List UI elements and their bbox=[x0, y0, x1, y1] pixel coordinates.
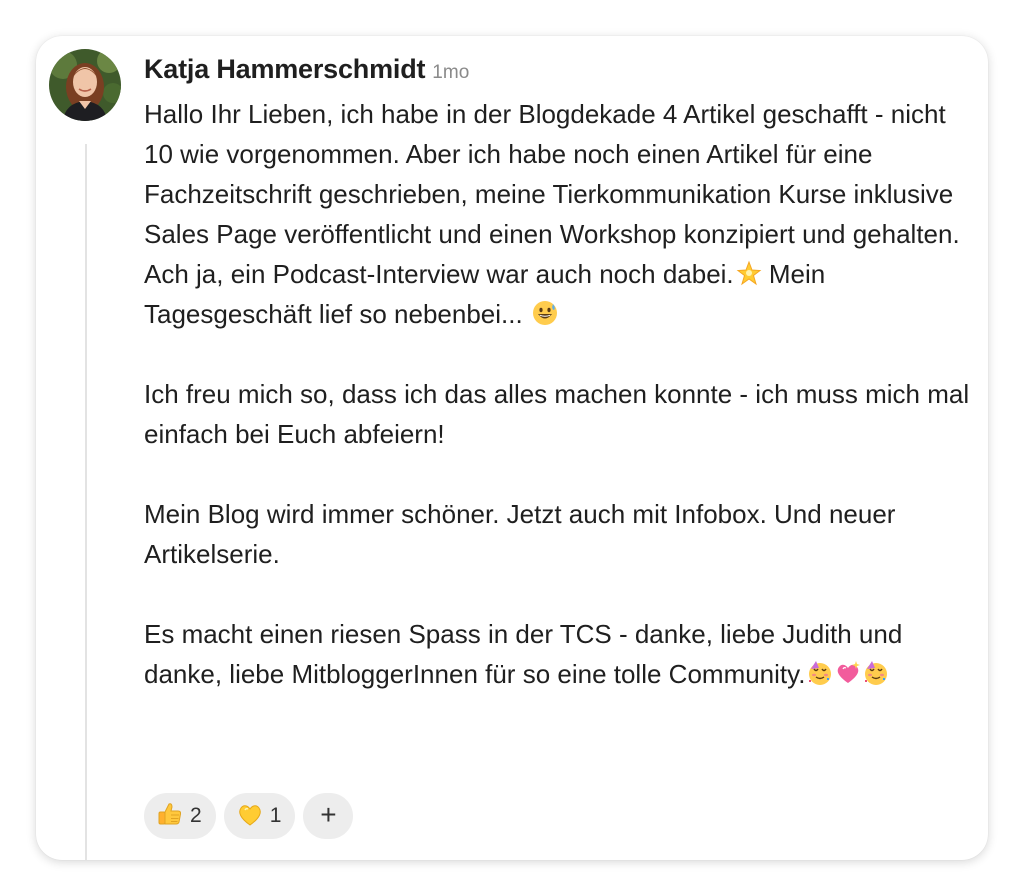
reaction-count: 2 bbox=[190, 804, 202, 827]
glowing-star-icon bbox=[736, 260, 762, 286]
paragraph-4-text: Es macht einen riesen Spass in der TCS -… bbox=[144, 619, 903, 689]
thumbs-up-icon bbox=[156, 800, 184, 833]
timestamp[interactable]: 1mo bbox=[432, 62, 469, 84]
sparkling-heart-icon bbox=[835, 660, 861, 686]
thread-line bbox=[85, 144, 87, 860]
comment-header: Katja Hammerschmidt 1mo bbox=[144, 54, 469, 85]
reaction-thumbs-up-button[interactable]: 2 bbox=[144, 793, 216, 839]
partying-face-icon bbox=[807, 660, 833, 686]
reaction-yellow-heart-button[interactable]: 1 bbox=[223, 793, 296, 839]
paragraph-3: Mein Blog wird immer schöner. Jetzt auch… bbox=[144, 499, 896, 569]
author-name[interactable]: Katja Hammerschmidt bbox=[144, 54, 425, 85]
yellow-heart-icon bbox=[236, 800, 264, 833]
plus-icon: + bbox=[320, 799, 337, 830]
paragraph-1: Hallo Ihr Lieben, ich habe in der Blogde… bbox=[144, 94, 979, 334]
grinning-face-with-sweat-icon bbox=[532, 300, 558, 326]
comment-body: Hallo Ihr Lieben, ich habe in der Blogde… bbox=[144, 94, 979, 694]
reaction-count: 1 bbox=[269, 804, 282, 827]
partying-face-icon bbox=[863, 660, 889, 686]
avatar[interactable] bbox=[49, 49, 121, 121]
add-reaction-button[interactable]: + bbox=[303, 793, 354, 839]
paragraph-1-text: Hallo Ihr Lieben, ich habe in der Blogde… bbox=[144, 99, 960, 289]
paragraph-2: Ich freu mich so, dass ich das alles mac… bbox=[144, 379, 970, 449]
reaction-bar: 2 1 + bbox=[144, 793, 354, 839]
paragraph-4: Es macht einen riesen Spass in der TCS -… bbox=[144, 614, 979, 694]
comment-card: Katja Hammerschmidt 1mo Hallo Ihr Lieben… bbox=[36, 36, 988, 860]
